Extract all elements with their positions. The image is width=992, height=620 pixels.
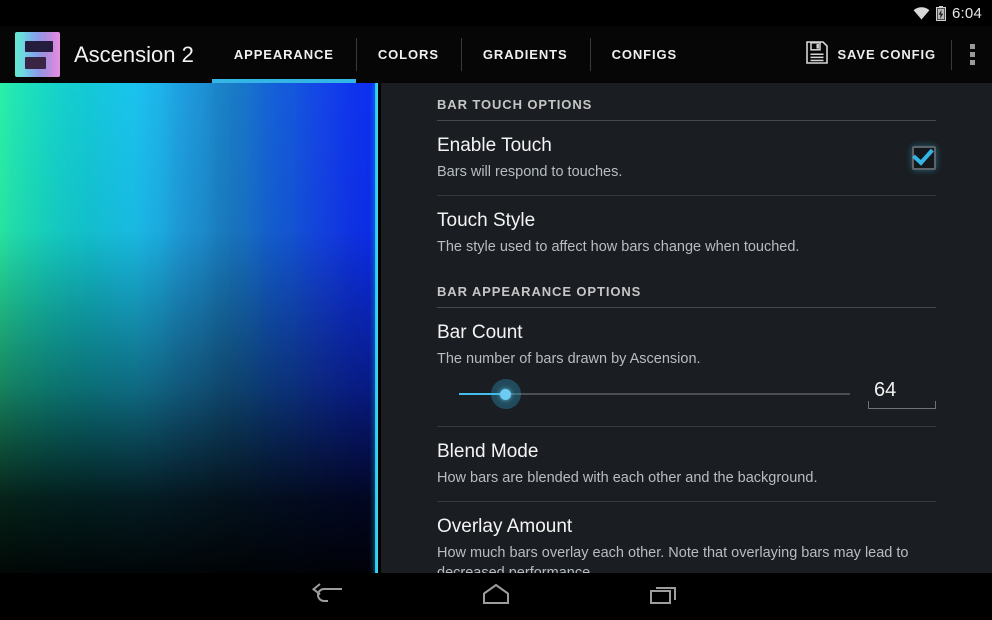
bar-count-value-field[interactable]: 64 xyxy=(868,379,936,409)
tab-appearance[interactable]: APPEARANCE xyxy=(211,26,356,83)
visualizer-bar xyxy=(172,83,187,573)
home-icon xyxy=(479,583,513,610)
visualizer-bar xyxy=(85,83,98,573)
status-bar-clock: 6:04 xyxy=(952,4,982,22)
save-config-label: SAVE CONFIG xyxy=(837,47,936,62)
pref-blend-mode-title: Blend Mode xyxy=(437,441,539,462)
pref-touch-style-subtitle: The style used to affect how bars change… xyxy=(437,239,800,255)
overflow-dot xyxy=(969,52,975,57)
pref-touch-style-title: Touch Style xyxy=(437,210,536,231)
overflow-dot xyxy=(969,44,975,49)
visualizer-bar xyxy=(162,83,173,573)
visualizer-bar xyxy=(97,83,114,573)
pref-overlay-amount-subtitle: How much bars overlay each other. Note t… xyxy=(437,545,909,573)
visualizer-bar xyxy=(186,83,205,573)
bar-count-value: 64 xyxy=(874,379,897,401)
tab-configs[interactable]: CONFIGS xyxy=(589,26,700,83)
visualizer-bar xyxy=(113,83,134,573)
app-icon-shape-bottom xyxy=(24,56,47,70)
visualizer-bar xyxy=(260,83,277,573)
battery-charging-icon xyxy=(936,5,947,21)
app-window: 6:04 Ascension 2 APPEARANCE COLORS GRADI… xyxy=(0,0,992,620)
home-button[interactable] xyxy=(412,573,580,620)
pref-enable-touch-title: Enable Touch xyxy=(437,135,552,156)
visualizer-bar xyxy=(52,83,68,573)
pref-enable-touch[interactable]: Enable Touch Bars will respond to touche… xyxy=(437,121,936,195)
recents-icon xyxy=(647,583,681,610)
visualizer-edge-highlight xyxy=(375,83,378,573)
pref-overlay-amount-title: Overlay Amount xyxy=(437,516,573,537)
overflow-menu-icon[interactable] xyxy=(952,26,992,83)
recents-button[interactable] xyxy=(580,573,748,620)
visualizer-bar xyxy=(308,83,326,573)
visualizer-bar xyxy=(335,83,350,573)
visualizer-bar xyxy=(325,83,336,573)
tab-bar: APPEARANCE COLORS GRADIENTS CONFIGS xyxy=(211,26,700,83)
pref-blend-mode[interactable]: Blend Mode How bars are blended with eac… xyxy=(437,427,936,501)
tab-colors-label: COLORS xyxy=(377,47,439,62)
visualizer-bar xyxy=(146,83,163,573)
status-bar: 6:04 xyxy=(0,0,992,26)
bar-count-slider-row: 64 xyxy=(437,369,936,413)
visualizer-bar xyxy=(248,83,261,573)
visualizer-bar xyxy=(215,83,231,573)
visualizer-bar xyxy=(41,83,53,573)
pref-blend-mode-subtitle: How bars are blended with each other and… xyxy=(437,470,818,486)
visualizer-bars xyxy=(0,83,378,573)
visualizer-bar xyxy=(204,83,216,573)
visualizer-bar xyxy=(67,83,86,573)
settings-list: BAR TOUCH OPTIONS Enable Touch Bars will… xyxy=(381,83,992,573)
pref-bar-count[interactable]: Bar Count The number of bars drawn by As… xyxy=(437,308,936,426)
tab-gradients[interactable]: GRADIENTS xyxy=(460,26,590,83)
pref-bar-count-title: Bar Count xyxy=(437,322,523,343)
visualizer-bar xyxy=(349,83,367,573)
tab-appearance-label: APPEARANCE xyxy=(233,47,334,62)
floppy-disk-icon xyxy=(806,40,829,69)
bar-count-slider[interactable] xyxy=(459,379,850,409)
visualizer-bar xyxy=(133,83,147,573)
back-arrow-icon xyxy=(311,583,345,610)
tab-configs-label: CONFIGS xyxy=(611,47,678,62)
bar-visualizer-preview[interactable] xyxy=(0,83,378,573)
tab-gradients-label: GRADIENTS xyxy=(482,47,568,62)
checkmark-icon xyxy=(912,143,934,166)
visualizer-bar xyxy=(295,83,309,573)
wifi-icon xyxy=(913,6,930,20)
settings-panel[interactable]: BAR TOUCH OPTIONS Enable Touch Bars will… xyxy=(381,83,992,573)
enable-touch-checkbox-wrap[interactable] xyxy=(912,143,936,170)
enable-touch-checkbox[interactable] xyxy=(912,143,936,170)
section-header-bar-appearance-options: BAR APPEARANCE OPTIONS xyxy=(437,284,642,299)
overflow-dot xyxy=(969,60,975,65)
visualizer-bar xyxy=(10,83,24,573)
save-config-button[interactable]: SAVE CONFIG xyxy=(796,38,952,72)
pref-overlay-amount[interactable]: Overlay Amount How much bars overlay eac… xyxy=(437,502,936,573)
visualizer-bar xyxy=(0,83,11,573)
visualizer-bar xyxy=(276,83,296,573)
action-bar: Ascension 2 APPEARANCE COLORS GRADIENTS … xyxy=(0,26,992,83)
pref-bar-count-subtitle: The number of bars drawn by Ascension. xyxy=(437,351,701,367)
pref-enable-touch-subtitle: Bars will respond to touches. xyxy=(437,164,623,180)
section-header-bar-touch-options: BAR TOUCH OPTIONS xyxy=(437,97,593,112)
visualizer-bar xyxy=(23,83,42,573)
tab-colors[interactable]: COLORS xyxy=(355,26,461,83)
app-icon-shape-top xyxy=(24,41,53,52)
status-bar-right: 6:04 xyxy=(913,5,982,22)
visualizer-bar xyxy=(230,83,249,573)
content-area: BAR TOUCH OPTIONS Enable Touch Bars will… xyxy=(0,83,992,573)
page-title: Ascension 2 xyxy=(74,41,194,67)
ascension-app-icon xyxy=(15,32,60,77)
android-navigation-bar xyxy=(0,573,992,620)
pref-touch-style[interactable]: Touch Style The style used to affect how… xyxy=(437,196,936,270)
back-button[interactable] xyxy=(244,573,412,620)
